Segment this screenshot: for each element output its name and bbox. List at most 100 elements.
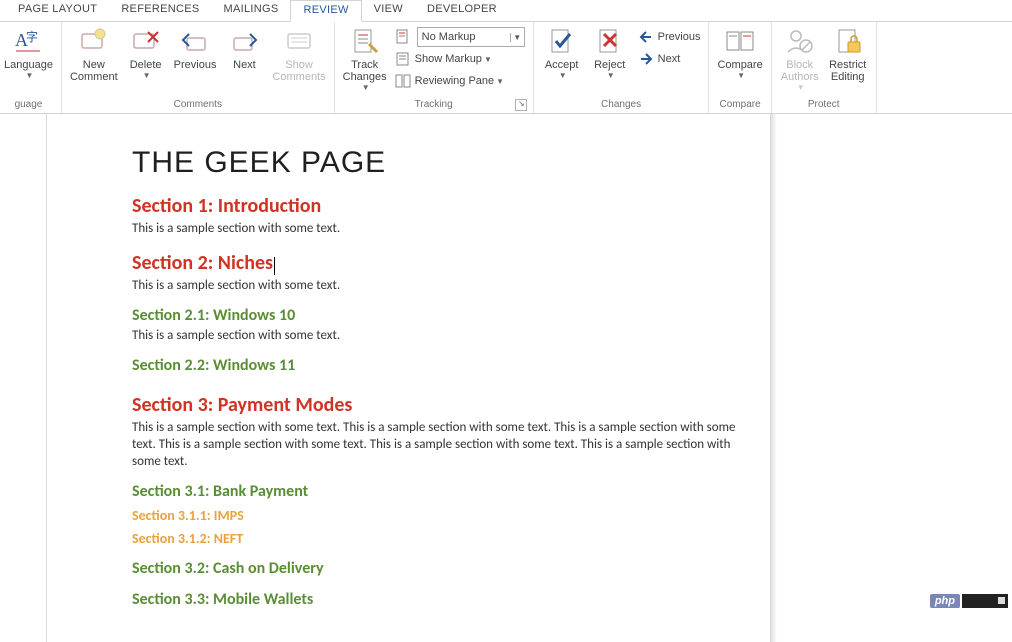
compare-label: Compare	[717, 59, 762, 71]
block-authors-icon	[784, 26, 816, 58]
heading-section-3-1: Section 3.1: Bank Payment	[132, 482, 742, 501]
badge-dark	[962, 594, 1008, 608]
accept-label: Accept	[545, 59, 579, 71]
chevron-down-icon: ▼	[737, 71, 745, 80]
previous-comment-button[interactable]: Previous	[170, 24, 221, 71]
document-body[interactable]: THE GEEK PAGE Section 1: Introduction Th…	[132, 146, 742, 611]
previous-change-icon	[638, 29, 654, 45]
heading-section-2: Section 2: Niches	[132, 251, 742, 275]
show-markup-button[interactable]: Show Markup ▼	[391, 48, 529, 70]
display-for-review-combo[interactable]: No Markup ▼	[391, 26, 529, 48]
language-icon: A字	[12, 26, 44, 58]
reviewing-pane-label: Reviewing Pane	[415, 75, 495, 87]
chevron-down-icon: ▼	[362, 83, 370, 92]
chevron-down-icon: ▼	[510, 33, 524, 42]
chevron-down-icon: ▼	[797, 83, 805, 92]
new-comment-icon	[78, 26, 110, 58]
heading-section-3-1-2: Section 3.1.2: NEFT	[132, 530, 742, 547]
page-shadow	[771, 114, 777, 642]
chevron-down-icon: ▼	[607, 71, 615, 80]
tab-developer[interactable]: DEVELOPER	[415, 0, 509, 21]
group-label-comments: Comments	[66, 97, 330, 113]
group-label-language: guage	[0, 97, 57, 113]
group-label-protect: Protect	[776, 97, 872, 113]
track-changes-button[interactable]: Track Changes ▼	[339, 24, 391, 92]
markup-dropdown[interactable]: No Markup ▼	[417, 27, 525, 47]
svg-text:字: 字	[26, 29, 38, 44]
tab-mailings[interactable]: MAILINGS	[212, 0, 291, 21]
ribbon-tabs: PAGE LAYOUT REFERENCES MAILINGS REVIEW V…	[0, 0, 1012, 22]
body-text: This is a sample section with some text.	[132, 327, 742, 344]
markup-value: No Markup	[422, 31, 476, 43]
text-cursor	[274, 257, 275, 275]
restrict-editing-icon	[832, 26, 864, 58]
previous-comment-icon	[179, 26, 211, 58]
tab-review[interactable]: REVIEW	[290, 0, 361, 22]
show-markup-icon	[395, 51, 411, 67]
heading-section-3-3: Section 3.3: Mobile Wallets	[132, 590, 742, 609]
language-label: Language	[4, 59, 53, 71]
accept-icon	[546, 26, 578, 58]
document-title: THE GEEK PAGE	[132, 146, 742, 180]
show-comments-button: Show Comments	[268, 24, 329, 83]
track-changes-label: Track Changes	[343, 59, 387, 83]
ribbon: A字 Language ▼ guage New Comment Delete ▼	[0, 22, 1012, 114]
delete-comment-icon	[130, 26, 162, 58]
tab-references[interactable]: REFERENCES	[109, 0, 211, 21]
chevron-down-icon: ▼	[143, 71, 151, 80]
show-comments-icon	[283, 26, 315, 58]
tab-view[interactable]: VIEW	[362, 0, 415, 21]
next-comment-button[interactable]: Next	[220, 24, 268, 71]
delete-label: Delete	[130, 59, 162, 71]
next-comment-icon	[228, 26, 260, 58]
previous-change-label: Previous	[658, 31, 701, 43]
group-label-compare: Compare	[713, 97, 766, 113]
show-comments-label: Show Comments	[272, 59, 325, 83]
next-change-button[interactable]: Next	[634, 48, 705, 70]
heading-section-3-2: Section 3.2: Cash on Delivery	[132, 559, 742, 578]
new-comment-label: New Comment	[70, 59, 118, 83]
previous-label: Previous	[174, 59, 217, 71]
heading-section-2-1: Section 2.1: Windows 10	[132, 306, 742, 325]
reject-button[interactable]: Reject ▼	[586, 24, 634, 80]
track-changes-icon	[349, 26, 381, 58]
next-change-icon	[638, 51, 654, 67]
document-icon	[395, 29, 411, 45]
previous-change-button[interactable]: Previous	[634, 26, 705, 48]
restrict-editing-button[interactable]: Restrict Editing	[824, 24, 872, 83]
language-button[interactable]: A字 Language ▼	[0, 24, 57, 80]
reject-label: Reject	[594, 59, 625, 71]
body-text: This is a sample section with some text.…	[132, 419, 742, 470]
reviewing-pane-button[interactable]: Reviewing Pane ▼	[391, 70, 529, 92]
new-comment-button[interactable]: New Comment	[66, 24, 122, 83]
chevron-down-icon: ▼	[26, 71, 34, 80]
group-label-tracking: Tracking	[339, 97, 529, 113]
block-authors-label: Block Authors	[781, 59, 819, 83]
next-change-label: Next	[658, 53, 681, 65]
chevron-down-icon: ▼	[559, 71, 567, 80]
heading-section-3-1-1: Section 3.1.1: IMPS	[132, 507, 742, 524]
watermark-badge: php	[930, 592, 1008, 610]
tracking-dialog-launcher[interactable]	[515, 99, 527, 111]
reject-icon	[594, 26, 626, 58]
compare-button[interactable]: Compare ▼	[713, 24, 766, 80]
restrict-editing-label: Restrict Editing	[829, 59, 866, 83]
body-text: This is a sample section with some text.	[132, 220, 742, 237]
heading-section-1: Section 1: Introduction	[132, 194, 742, 218]
tab-page-layout[interactable]: PAGE LAYOUT	[6, 0, 109, 21]
chevron-down-icon: ▼	[496, 77, 504, 86]
block-authors-button: Block Authors ▼	[776, 24, 824, 92]
accept-button[interactable]: Accept ▼	[538, 24, 586, 80]
chevron-down-icon: ▼	[484, 55, 492, 64]
page-left-edge	[46, 114, 47, 642]
heading-section-2-2: Section 2.2: Windows 11	[132, 356, 742, 375]
heading-section-3: Section 3: Payment Modes	[132, 393, 742, 417]
compare-icon	[724, 26, 756, 58]
body-text: This is a sample section with some text.	[132, 277, 742, 294]
php-badge: php	[930, 594, 960, 608]
next-label: Next	[233, 59, 256, 71]
reviewing-pane-icon	[395, 73, 411, 89]
group-label-changes: Changes	[538, 97, 705, 113]
show-markup-label: Show Markup	[415, 53, 482, 65]
delete-comment-button[interactable]: Delete ▼	[122, 24, 170, 80]
